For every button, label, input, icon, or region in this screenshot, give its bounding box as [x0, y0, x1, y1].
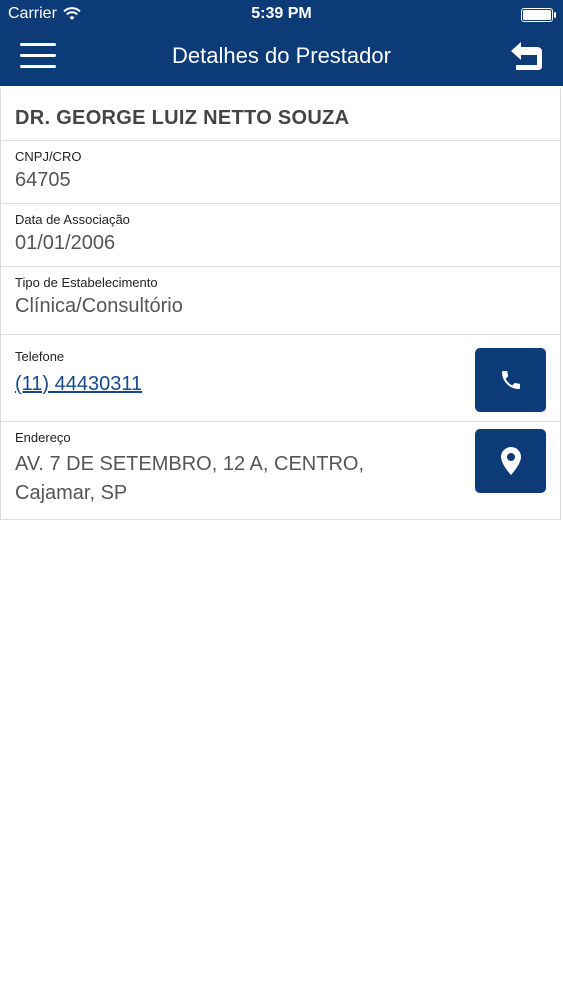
- navigation-bar: Detalhes do Prestador: [0, 30, 563, 86]
- association-date-row: Data de Associação 01/01/2006: [1, 204, 560, 267]
- cnpj-label: CNPJ/CRO: [15, 149, 82, 164]
- address-line-1: AV. 7 DE SETEMBRO, 12 A, CENTRO,: [15, 453, 364, 475]
- provider-name-row: DR. GEORGE LUIZ NETTO SOUZA: [1, 88, 560, 141]
- provider-name: DR. GEORGE LUIZ NETTO SOUZA: [15, 107, 350, 129]
- establishment-type-value: Clínica/Consultório: [15, 295, 183, 317]
- battery-icon: [521, 8, 556, 22]
- top-bar: Carrier 5:39 PM Detalhes do Prestador: [0, 0, 563, 86]
- map-button[interactable]: [475, 429, 546, 493]
- phone-row: Telefone (11) 44430311: [1, 335, 560, 422]
- cnpj-value: 64705: [15, 169, 71, 191]
- cnpj-row: CNPJ/CRO 64705: [1, 141, 560, 204]
- phone-icon: [501, 371, 520, 389]
- phone-link[interactable]: (11) 44430311: [15, 373, 142, 396]
- address-line-2: Cajamar, SP: [15, 482, 128, 504]
- back-button[interactable]: [507, 40, 545, 72]
- status-time: 5:39 PM: [251, 5, 312, 22]
- return-arrow-icon: [511, 42, 542, 70]
- call-button[interactable]: [475, 348, 546, 412]
- address-label: Endereço: [15, 430, 71, 445]
- phone-label: Telefone: [15, 349, 65, 364]
- address-row: Endereço AV. 7 DE SETEMBRO, 12 A, CENTRO…: [1, 422, 560, 519]
- status-bar: Carrier 5:39 PM: [0, 0, 563, 30]
- association-date-label: Data de Associação: [15, 212, 130, 227]
- provider-card: DR. GEORGE LUIZ NETTO SOUZA CNPJ/CRO 647…: [0, 88, 561, 520]
- establishment-type-label: Tipo de Estabelecimento: [15, 275, 158, 290]
- page-title: Detalhes do Prestador: [172, 43, 391, 68]
- association-date-value: 01/01/2006: [15, 232, 116, 254]
- map-pin-icon: [500, 447, 521, 475]
- establishment-type-row: Tipo de Estabelecimento Clínica/Consultó…: [1, 267, 560, 335]
- address-value: AV. 7 DE SETEMBRO, 12 A, CENTRO, Cajamar…: [15, 450, 435, 508]
- provider-details: DR. GEORGE LUIZ NETTO SOUZA CNPJ/CRO 647…: [0, 88, 563, 520]
